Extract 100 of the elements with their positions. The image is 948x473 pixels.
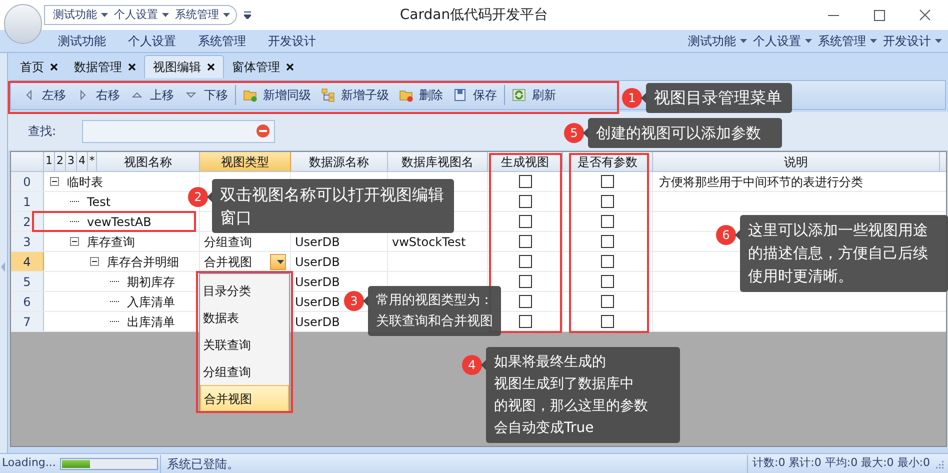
toolbar-button[interactable]: 刷新 xyxy=(507,83,561,107)
level-button[interactable]: 1 xyxy=(44,152,55,171)
checkbox[interactable] xyxy=(518,175,532,188)
checkbox[interactable] xyxy=(601,275,614,288)
view-name: 入库清单 xyxy=(127,294,175,310)
row-number[interactable]: 0 xyxy=(11,172,44,191)
view-name: 库存合并明细 xyxy=(107,254,179,270)
save-icon xyxy=(453,88,467,102)
data-source: UserDB xyxy=(295,314,340,330)
column-header[interactable]: 数据库视图名 xyxy=(388,152,488,171)
resize-grip-icon[interactable] xyxy=(934,458,944,468)
tab[interactable]: 视图编辑 xyxy=(144,55,224,78)
menu-item[interactable]: 系统管理 xyxy=(198,32,246,50)
tab[interactable]: 首页 xyxy=(12,55,66,78)
caret-icon xyxy=(101,13,108,17)
level-button[interactable]: 3 xyxy=(66,152,77,171)
row-number[interactable]: 4 xyxy=(11,252,44,271)
window-title: Cardan低代码开发平台 xyxy=(400,6,548,24)
quick-access-menu[interactable]: 个人设置 xyxy=(114,6,169,24)
menu-item[interactable]: 测试功能 xyxy=(688,32,747,50)
quick-access-menu[interactable]: 测试功能 xyxy=(53,6,108,24)
close-icon[interactable] xyxy=(50,62,58,70)
view-name: vewTestAB xyxy=(87,214,152,230)
dropdown-option[interactable]: 合并视图 xyxy=(200,385,289,412)
menu-item[interactable]: 测试功能 xyxy=(58,32,106,50)
checkbox[interactable] xyxy=(601,175,614,188)
loading-text: Loading... xyxy=(2,455,56,472)
column-header[interactable]: 生成视图 xyxy=(488,152,563,171)
toolbar-button[interactable]: 下移 xyxy=(179,83,233,107)
toolbar-button[interactable]: 上移 xyxy=(125,83,179,107)
checkbox[interactable] xyxy=(518,295,532,308)
close-icon[interactable] xyxy=(919,9,931,21)
dropdown-option[interactable]: 关联查询 xyxy=(200,331,289,358)
level-button[interactable]: 2 xyxy=(55,152,66,171)
row-number[interactable]: 3 xyxy=(11,232,44,251)
checkbox[interactable] xyxy=(518,255,532,268)
checkbox[interactable] xyxy=(601,195,614,208)
checkbox[interactable] xyxy=(518,315,532,328)
collapse-icon[interactable] xyxy=(90,257,99,266)
toolbar-button[interactable]: 新增子级 xyxy=(316,83,394,107)
toolbar-button[interactable]: 右移 xyxy=(71,83,125,107)
view-name: Test xyxy=(87,194,111,210)
search-field[interactable] xyxy=(82,120,275,142)
level-button[interactable]: * xyxy=(88,152,97,171)
callout-text: 这里可以添加一些视图用途 xyxy=(748,220,929,241)
refresh-icon xyxy=(512,88,526,102)
column-header[interactable]: 数据源名称 xyxy=(291,152,388,171)
checkbox[interactable] xyxy=(601,315,614,328)
callout-text: 如果将最终生成的 xyxy=(494,353,607,372)
caret-icon xyxy=(162,13,169,17)
menu-item[interactable]: 开发设计 xyxy=(268,32,316,50)
view-name: 临时表 xyxy=(67,174,103,190)
checkbox[interactable] xyxy=(601,235,614,248)
close-icon[interactable] xyxy=(128,62,136,70)
tab[interactable]: 窗体管理 xyxy=(224,55,302,78)
close-icon[interactable] xyxy=(286,62,294,70)
data-source: UserDB xyxy=(295,294,340,310)
dropdown-button[interactable] xyxy=(270,254,286,270)
checkbox[interactable] xyxy=(601,295,614,308)
toolbar-button[interactable]: 左移 xyxy=(17,83,71,107)
collapse-icon[interactable] xyxy=(50,177,59,186)
column-header[interactable]: 说明 xyxy=(653,152,940,171)
callout-text: 视图目录管理菜单 xyxy=(654,87,783,109)
close-icon[interactable] xyxy=(207,63,215,71)
dropdown-option[interactable]: 数据表 xyxy=(200,304,289,331)
checkbox[interactable] xyxy=(601,215,614,228)
view-type: 合并视图 xyxy=(204,254,252,270)
row-number[interactable]: 2 xyxy=(11,212,44,231)
column-header[interactable]: 是否有参数 xyxy=(563,152,653,171)
clear-icon[interactable] xyxy=(256,124,270,138)
toolbar-button[interactable]: 保存 xyxy=(448,83,502,107)
view-name: 期初库存 xyxy=(127,274,175,290)
data-source: UserDB xyxy=(295,254,340,270)
hierarchy-icon xyxy=(321,88,335,102)
column-header[interactable]: 视图类型 xyxy=(200,152,291,171)
menu-item[interactable]: 个人设置 xyxy=(128,32,176,50)
quick-access-menu[interactable]: 系统管理 xyxy=(175,6,230,24)
menu-item[interactable]: 系统管理 xyxy=(818,32,877,50)
menu-item[interactable]: 开发设计 xyxy=(883,32,942,50)
customize-icon[interactable] xyxy=(244,11,251,19)
checkbox[interactable] xyxy=(518,215,532,228)
row-number[interactable]: 6 xyxy=(11,292,44,311)
checkbox[interactable] xyxy=(518,195,532,208)
level-button[interactable]: 4 xyxy=(77,152,88,171)
dropdown-option[interactable]: 分组查询 xyxy=(200,358,289,385)
menu-item[interactable]: 个人设置 xyxy=(753,32,812,50)
toolbar-button[interactable]: 新增同级 xyxy=(238,83,316,107)
row-number[interactable]: 7 xyxy=(11,312,44,331)
checkbox[interactable] xyxy=(518,235,532,248)
caret-icon xyxy=(870,39,877,43)
toolbar-button[interactable]: 删除 xyxy=(394,83,448,107)
dropdown-option[interactable]: 目录分类 xyxy=(200,277,289,304)
checkbox[interactable] xyxy=(518,275,532,288)
folder-delete-icon xyxy=(399,88,413,102)
checkbox[interactable] xyxy=(601,255,614,268)
row-number[interactable]: 5 xyxy=(11,272,44,291)
row-number[interactable]: 1 xyxy=(11,192,44,211)
collapse-icon[interactable] xyxy=(70,237,79,246)
db-view-name: vwStockTest xyxy=(392,234,466,250)
tab[interactable]: 数据管理 xyxy=(66,55,144,78)
